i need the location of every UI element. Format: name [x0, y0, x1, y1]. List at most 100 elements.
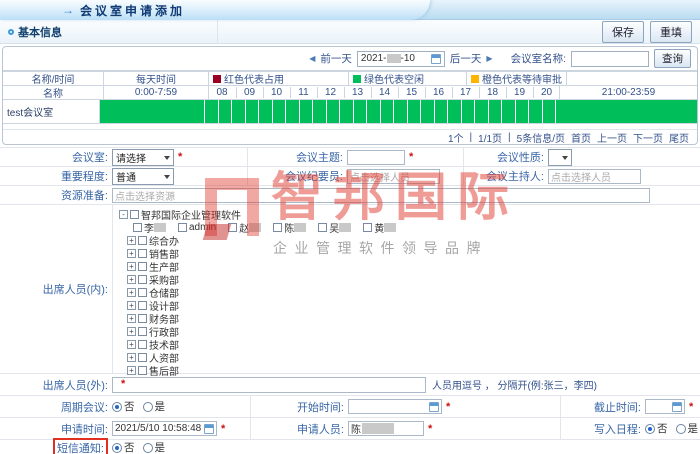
expand-icon[interactable]: + [127, 314, 136, 323]
free-slot[interactable] [219, 100, 231, 123]
user-checkbox[interactable] [133, 223, 142, 232]
applicant-input[interactable]: 陈 [348, 421, 424, 436]
department-checkbox[interactable] [138, 366, 147, 375]
room-name-input[interactable] [571, 51, 649, 67]
free-slot[interactable] [259, 100, 272, 123]
prev-page-link[interactable]: 上一页 [597, 130, 627, 145]
user-checkbox[interactable] [273, 223, 282, 232]
radio-yes-label: 是 [688, 421, 699, 436]
free-slot[interactable] [327, 100, 339, 123]
next-page-link[interactable]: 下一页 [633, 130, 663, 145]
free-slot[interactable] [421, 100, 434, 123]
meeting-room-select[interactable]: 请选择 [112, 149, 174, 166]
department-checkbox[interactable] [138, 327, 147, 336]
tree-department-row: +人资部 [127, 351, 700, 363]
expand-icon[interactable]: + [127, 275, 136, 284]
free-slot[interactable] [489, 100, 501, 123]
expand-icon[interactable]: + [127, 366, 136, 375]
date-input[interactable]: 2021--10 [357, 51, 445, 67]
free-slot[interactable] [516, 100, 528, 123]
per-page-link[interactable]: 5条信息/页 [517, 130, 565, 145]
minutes-taker-input[interactable]: 点击选择人员 [347, 169, 440, 184]
last-page-link[interactable]: 尾页 [669, 130, 689, 145]
apply-time-input[interactable]: 2021/5/10 10:58:48 [112, 421, 217, 436]
write-schedule-yes-radio[interactable] [676, 424, 686, 434]
free-slot[interactable] [273, 100, 285, 123]
free-slot[interactable] [448, 100, 461, 123]
free-slot[interactable] [475, 100, 488, 123]
free-slot[interactable] [502, 100, 515, 123]
next-day-arrow-icon[interactable]: ▶ [486, 54, 492, 63]
free-slot[interactable] [246, 100, 258, 123]
sms-notify-no-radio[interactable] [112, 443, 122, 453]
expand-icon[interactable]: + [127, 288, 136, 297]
department-checkbox[interactable] [138, 340, 147, 349]
free-slot[interactable] [394, 100, 407, 123]
expand-icon[interactable]: + [127, 301, 136, 310]
department-checkbox[interactable] [138, 262, 147, 271]
free-slot[interactable] [462, 100, 474, 123]
user-name: 吴 [329, 220, 339, 235]
free-slot[interactable] [529, 100, 542, 123]
free-slot[interactable] [408, 100, 420, 123]
start-time-input[interactable] [348, 399, 442, 414]
periodic-yes-radio[interactable] [143, 402, 153, 412]
department-checkbox[interactable] [138, 275, 147, 284]
free-slot[interactable] [367, 100, 380, 123]
sms-notify-yes-radio[interactable] [143, 443, 153, 453]
department-checkbox[interactable] [138, 249, 147, 258]
department-checkbox[interactable] [138, 301, 147, 310]
periodic-no-radio[interactable] [112, 402, 122, 412]
prev-day-link[interactable]: 前一天 [320, 51, 352, 66]
free-slot[interactable] [100, 100, 204, 123]
next-day-link[interactable]: 后一天 [450, 51, 482, 66]
calendar-icon[interactable] [429, 402, 439, 412]
prev-day-arrow-icon[interactable]: ◀ [309, 54, 315, 63]
page-title-tab[interactable]: → 会议室申请添加 [0, 0, 430, 20]
free-slot[interactable] [556, 100, 697, 123]
free-slot[interactable] [205, 100, 218, 123]
meeting-room-value: 请选择 [116, 150, 146, 165]
expand-icon[interactable]: + [127, 249, 136, 258]
free-slot[interactable] [232, 100, 245, 123]
radio-yes-label: 是 [155, 440, 166, 454]
legend-free: 绿色代表空闲 [348, 72, 466, 85]
free-slot[interactable] [543, 100, 555, 123]
department-checkbox[interactable] [138, 236, 147, 245]
calendar-icon[interactable] [672, 402, 682, 412]
resources-input[interactable]: 点击选择资源 [112, 188, 650, 203]
department-checkbox[interactable] [138, 314, 147, 323]
department-checkbox[interactable] [138, 353, 147, 362]
search-button[interactable]: 查询 [654, 49, 691, 68]
save-button[interactable]: 保存 [602, 21, 644, 43]
expand-icon[interactable]: + [127, 353, 136, 362]
user-checkbox[interactable] [363, 223, 372, 232]
free-slot[interactable] [286, 100, 299, 123]
expand-icon[interactable]: + [127, 236, 136, 245]
first-page-link[interactable]: 首页 [571, 130, 591, 145]
free-slot[interactable] [381, 100, 393, 123]
importance-select[interactable]: 普通 [112, 168, 174, 185]
user-checkbox[interactable] [178, 223, 187, 232]
free-slot[interactable] [340, 100, 353, 123]
expand-icon[interactable]: + [127, 262, 136, 271]
free-slot[interactable] [435, 100, 447, 123]
tree-root-checkbox[interactable] [130, 210, 139, 219]
meeting-subject-input[interactable] [347, 150, 405, 165]
user-checkbox[interactable] [318, 223, 327, 232]
host-input[interactable]: 点击选择人员 [548, 169, 641, 184]
user-checkbox[interactable] [228, 223, 237, 232]
meeting-nature-select[interactable] [548, 149, 572, 166]
expand-icon[interactable]: + [127, 327, 136, 336]
department-checkbox[interactable] [138, 288, 147, 297]
free-slot[interactable] [354, 100, 366, 123]
write-schedule-no-radio[interactable] [645, 424, 655, 434]
end-time-input[interactable] [645, 399, 685, 414]
reset-button[interactable]: 重填 [650, 21, 692, 43]
calendar-icon[interactable] [431, 54, 441, 64]
calendar-icon[interactable] [204, 424, 214, 434]
expand-icon[interactable]: + [127, 340, 136, 349]
free-slot[interactable] [300, 100, 312, 123]
free-slot[interactable] [313, 100, 326, 123]
collapse-icon[interactable]: - [119, 210, 128, 219]
